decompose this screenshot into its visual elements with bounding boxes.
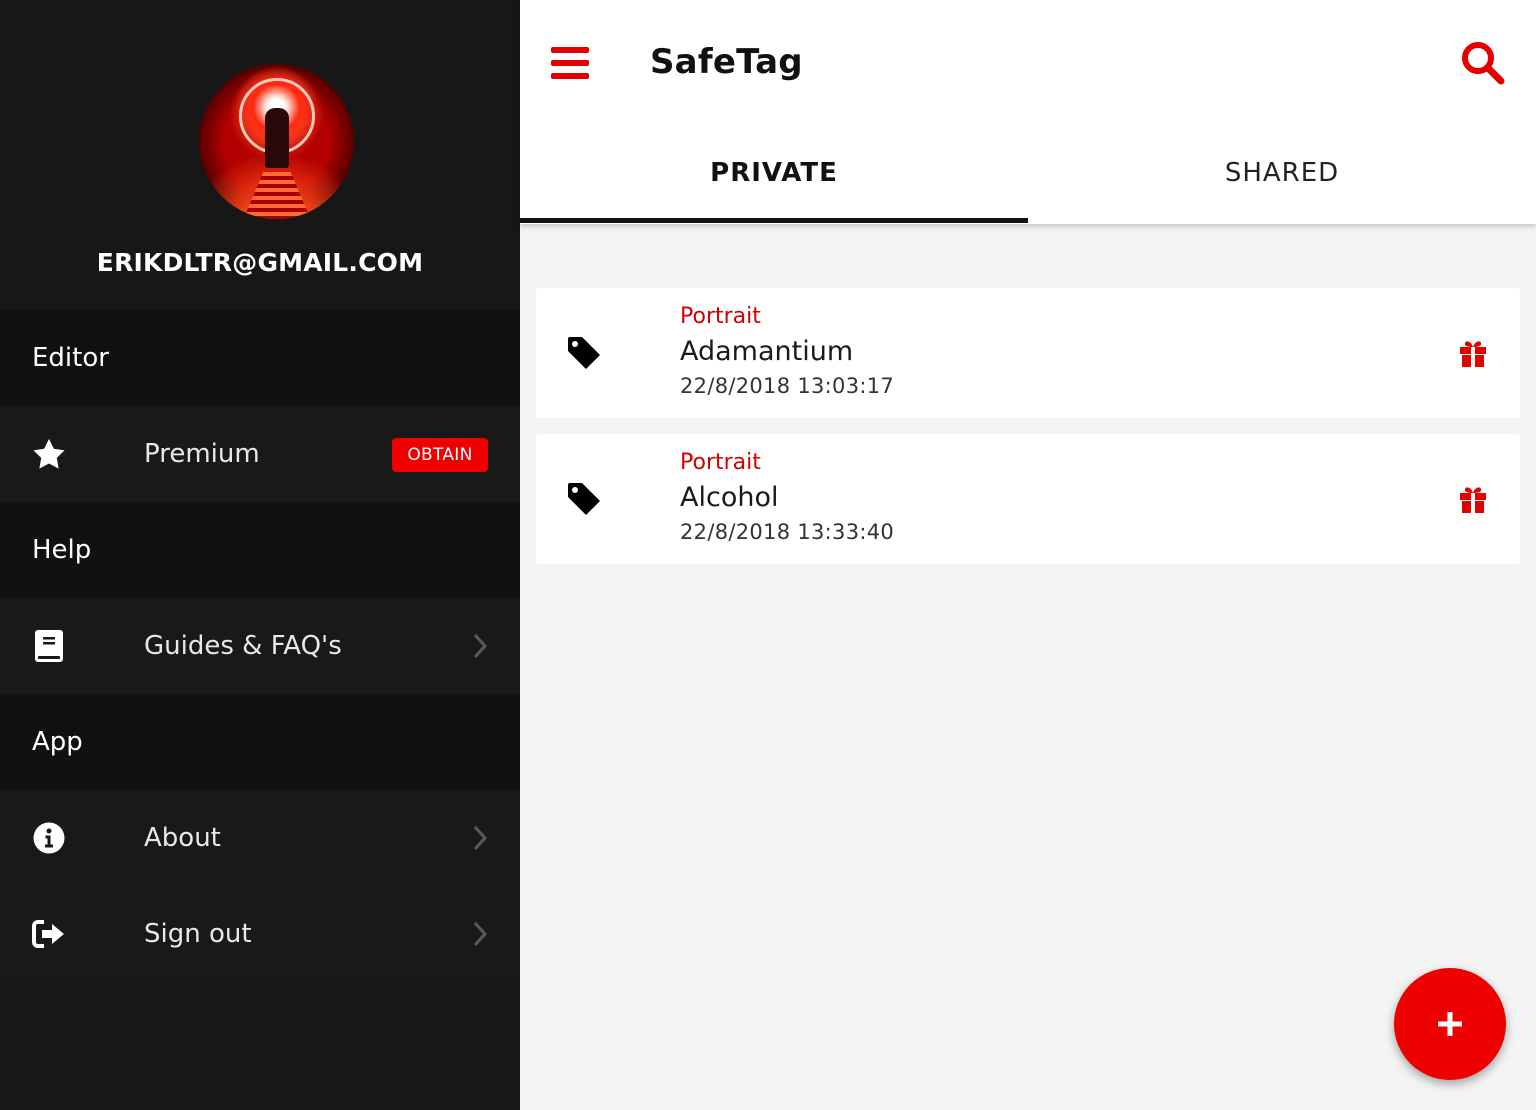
chevron-right-icon [470, 823, 490, 853]
menu-item-label: Sign out [144, 919, 252, 949]
tab-shared[interactable]: SHARED [1028, 130, 1536, 224]
avatar-stairs [243, 172, 311, 219]
section-header-app: App [0, 694, 520, 790]
tag-category: Portrait [680, 450, 761, 475]
avatar[interactable] [199, 64, 354, 219]
obtain-premium-button[interactable]: OBTAIN [392, 438, 488, 472]
avatar-figure [265, 108, 289, 168]
info-icon [32, 821, 66, 855]
tab-private[interactable]: PRIVATE [520, 130, 1028, 224]
tag-card[interactable]: Portrait Adamantium 22/8/2018 13:03:17 [536, 288, 1520, 418]
gift-icon[interactable] [1458, 484, 1488, 514]
profile-header: ERIKDLTR@GMAIL.COM [0, 0, 520, 310]
hamburger-menu-icon[interactable] [551, 44, 589, 82]
active-tab-indicator [520, 218, 1028, 223]
plus-icon [1438, 1012, 1462, 1036]
tag-card[interactable]: Portrait Alcohol 22/8/2018 13:33:40 [536, 434, 1520, 564]
menu-item-premium[interactable]: Premium OBTAIN [0, 406, 520, 502]
section-header-editor: Editor [0, 310, 520, 406]
star-icon [32, 437, 66, 471]
app-root: ERIKDLTR@GMAIL.COM Editor Premium OBTAIN… [0, 0, 1536, 1110]
tag-category: Portrait [680, 304, 761, 329]
app-bar: SafeTag PRIVATE SHARED [520, 0, 1536, 224]
tag-icon [566, 335, 602, 371]
sign-out-icon [32, 917, 66, 951]
chevron-right-icon [470, 631, 490, 661]
search-icon[interactable] [1460, 40, 1506, 86]
user-email: ERIKDLTR@GMAIL.COM [96, 248, 424, 277]
gift-icon[interactable] [1458, 338, 1488, 368]
chevron-right-icon [470, 919, 490, 949]
tag-name: Alcohol [680, 482, 779, 513]
tag-date: 22/8/2018 13:33:40 [680, 520, 895, 544]
tag-icon [566, 481, 602, 517]
menu-item-label: Guides & FAQ's [144, 631, 342, 661]
add-tag-button[interactable] [1394, 968, 1506, 1080]
book-icon [32, 629, 66, 663]
main-content: SafeTag PRIVATE SHARED Portrait Adamanti… [520, 0, 1536, 1110]
menu-item-sign-out[interactable]: Sign out [0, 886, 520, 982]
tag-date: 22/8/2018 13:03:17 [680, 374, 895, 398]
menu-item-label: About [144, 823, 221, 853]
tag-name: Adamantium [680, 336, 854, 367]
navigation-drawer: ERIKDLTR@GMAIL.COM Editor Premium OBTAIN… [0, 0, 520, 1110]
menu-item-about[interactable]: About [0, 790, 520, 886]
menu-item-label: Premium [144, 439, 260, 469]
section-header-help: Help [0, 502, 520, 598]
menu-item-guides-faq[interactable]: Guides & FAQ's [0, 598, 520, 694]
app-title: SafeTag [650, 42, 803, 82]
